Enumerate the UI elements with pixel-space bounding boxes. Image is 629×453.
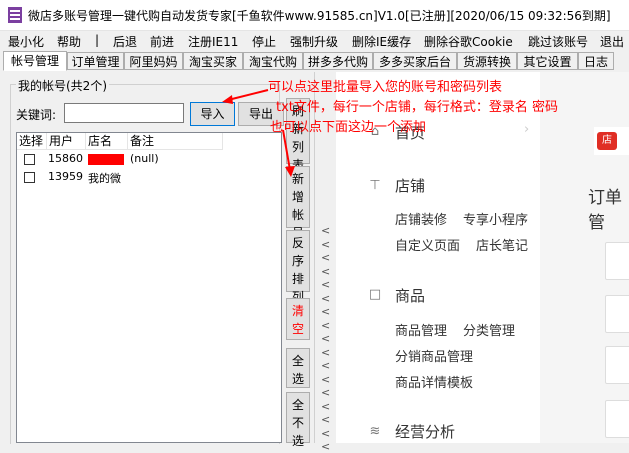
column-header-remark[interactable]: 备注 [128,133,223,150]
row-checkbox[interactable] [24,154,35,165]
chevron-left-icon: < [321,426,331,440]
table-row[interactable]: 13959 我的微 [17,169,281,186]
chevron-left-icon: < [321,237,331,251]
select-all-button[interactable]: 全 选 [286,348,310,388]
right-card-3[interactable] [605,346,629,384]
nav-goods-detail-template[interactable]: 商品详情模板 [395,372,473,391]
table-row[interactable]: 15860 (null) [17,151,281,168]
right-card-4[interactable] [605,400,629,438]
menu-force-upgrade[interactable]: 强制升级 [290,33,338,50]
nav-shop-decoration[interactable]: 店铺装修 [395,209,447,228]
menu-minimize[interactable]: 最小化 [8,33,44,50]
right-card-2[interactable] [605,295,629,333]
chevron-left-icon: < [321,413,331,426]
row-checkbox[interactable] [24,172,35,183]
clear-button[interactable]: 清 空 [286,298,310,340]
chevron-left-icon: < [321,386,331,399]
tab-log[interactable]: 日志 [578,52,614,70]
add-account-button[interactable]: 新 增 帐 号 [286,166,310,240]
nav-goods-management[interactable]: 商品管理 [395,320,447,339]
chevron-left-icon: < [321,264,331,278]
column-header-user[interactable]: 用户 [47,133,86,150]
tab-source-conversion[interactable]: 货源转换 [457,52,517,70]
chevron-left-icon: < [321,278,331,291]
tab-account-management[interactable]: 帐号管理 [3,51,67,71]
chevron-left-icon: < [321,372,331,386]
menu-exit[interactable]: 退出 [600,33,624,50]
redacted-shop-name [88,153,124,165]
analytics-icon: ≋ [369,424,381,439]
keyword-label: 关键词: [16,108,57,122]
menu-bar: 最小化 帮助 | 后退 前进 注册IE11 停止 强制升级 删除IE缓存 删除谷… [0,31,629,51]
annotation-line-2: txt文件，每行一个店铺，每行格式：登录名 密码 [276,100,559,115]
tab-alimama[interactable]: 阿里妈妈 [124,52,183,70]
nav-custom-page[interactable]: 自定义页面 [395,235,460,254]
tab-pinduoduo-proxy[interactable]: 拼多多代购 [303,52,373,70]
chevron-left-icon: < [321,305,331,318]
nav-distribution-goods[interactable]: 分销商品管理 [395,346,473,365]
row-shop: 我的微 [88,172,121,185]
accounts-table: 选择 用户 店名 备注 15860 (null) 13959 我的微 [16,132,282,443]
shop-icon: ⊤ [369,178,381,193]
annotation-line-1: 可以点这里批量导入您的账号和密码列表 [268,80,503,95]
menu-delete-chrome-cookie[interactable]: 删除谷歌Cookie [424,33,513,50]
nav-manager-notes[interactable]: 店长笔记 [476,235,528,254]
chevron-left-icon: < [321,440,331,453]
chevron-left-icon: < [321,345,331,359]
menu-register-ie11[interactable]: 注册IE11 [188,33,238,50]
chevron-left-icon: < [321,359,331,372]
nav-analytics[interactable]: 经营分析 [395,421,455,442]
chevron-left-icon: < [321,318,331,332]
keyword-input[interactable] [64,103,184,123]
column-header-select[interactable]: 选择 [17,133,47,150]
nav-shop[interactable]: 店铺 [395,175,425,196]
tab-taobao-buyer[interactable]: 淘宝买家 [183,52,243,70]
row-user: 15860 [48,152,83,165]
menu-back[interactable]: 后退 [113,33,137,50]
chevron-left-icon: < [321,291,331,305]
tab-duoduo-buyer-backend[interactable]: 多多买家后台 [373,52,457,70]
tab-order-management[interactable]: 订单管理 [67,52,124,70]
nav-goods[interactable]: 商品 [395,285,425,306]
column-header-shop[interactable]: 店名 [86,133,128,150]
select-none-button[interactable]: 全 不 选 [286,392,310,448]
menu-help[interactable]: 帮助 [57,33,81,50]
right-card-1[interactable] [605,242,629,280]
row-user: 13959 [48,170,83,183]
menu-delete-ie-cache[interactable]: 删除IE缓存 [352,33,411,50]
menu-forward[interactable]: 前进 [150,33,174,50]
app-icon [8,7,22,23]
chevron-left-icon: < [321,399,331,413]
row-remark: (null) [130,152,159,165]
menu-separator: | [95,33,100,47]
window-title: 微店多账号管理一键代购自动发货专家[千鱼软件www.91585.cn]V1.0[… [28,9,611,23]
tab-other-settings[interactable]: 其它设置 [517,52,578,70]
menu-stop[interactable]: 停止 [252,33,276,50]
chevron-right-icon: › [524,122,530,137]
row-shop [88,152,124,165]
tab-bar: 帐号管理 订单管理 阿里妈妈 淘宝买家 淘宝代购 拼多多代购 多多买家后台 货源… [0,51,629,71]
order-management-title: 订单管 [588,188,622,233]
chevron-left-icon: < [321,332,331,345]
chevron-left-icon: < [321,251,331,264]
shop-logo-icon[interactable]: 店 [597,132,617,150]
goods-icon: □ [368,287,382,302]
accounts-group-title: 我的帐号(共2个) [16,77,109,94]
chevron-left-icon: < [321,224,331,237]
menu-skip-account[interactable]: 跳过该账号 [528,33,588,50]
reverse-order-button[interactable]: 反 序 排 列 [286,230,310,304]
annotation-line-3: 也可以点下面这边一个添加 [270,120,427,135]
tab-taobao-proxy[interactable]: 淘宝代购 [243,52,303,70]
nav-category-management[interactable]: 分类管理 [463,320,515,339]
nav-mini-program[interactable]: 专享小程序 [463,209,528,228]
import-button[interactable]: 导入 [190,102,235,126]
